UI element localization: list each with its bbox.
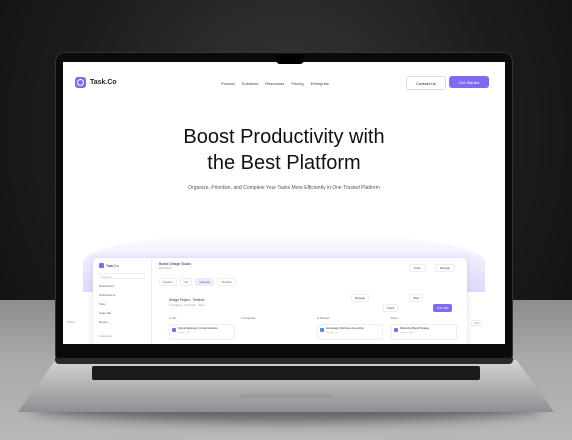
hero-title-line-1: Boost Productivity with [183,126,385,148]
share-button[interactable]: Share [383,304,399,312]
app-sidebar: Task.Co Search Dashboard Notifications T… [93,258,152,344]
tab-calendar[interactable]: Calendar [195,278,215,286]
main-nav: Product Solutions Resources Pricing Ente… [221,81,329,86]
manage-header-button[interactable]: Manage [435,264,456,272]
column-header-in-review: In Review [317,316,330,320]
edge-button-right[interactable]: Add [471,320,483,326]
column-header-done: Done [391,316,398,320]
workspace-subtitle: Workspace [159,267,172,270]
brand-logo[interactable]: Task.Co [75,77,117,88]
sidebar-search-input[interactable]: Search [99,273,145,279]
project-due: Due Soon [184,304,197,307]
app-logo-icon [99,263,104,268]
nav-item-solutions[interactable]: Solutions [242,81,258,86]
app-sidebar-brand: Task.Co [99,263,119,268]
project-meta: In Progress · Due Soon · Team [169,304,205,307]
add-task-button[interactable]: Add Task [433,304,453,312]
task-title: Figma Redesign & Implementation [178,327,218,330]
tab-kanban[interactable]: Kanban [159,278,177,286]
project-title: Design Project - Timeline [169,298,205,302]
invite-button[interactable]: Invite [409,264,426,272]
task-card[interactable]: Marketing Brand Strategy Design · Due [391,324,457,340]
nav-item-product[interactable]: Product [221,81,235,86]
tab-list[interactable]: List [179,278,193,286]
edge-label-left: Spline [67,320,76,324]
task-subtitle: Design · Due [400,332,413,334]
project-status: In Progress [169,304,183,307]
nav-item-enterprise[interactable]: Enterprise [311,81,329,86]
task-card[interactable]: Homepage Wireframe & Landing Design · Du… [317,324,383,340]
nav-item-resources[interactable]: Resources [265,81,284,86]
task-icon [320,328,324,332]
sidebar-section-favorites: Favorites [99,334,112,338]
column-header-todo: To Do [169,316,177,320]
task-subtitle: Design · Due [326,332,339,334]
filter-button[interactable]: Filter [409,294,424,302]
sidebar-item-notifications[interactable]: Notifications [99,293,115,297]
app-brand-name: Task.Co [106,263,119,268]
hero-title: Boost Productivity with the Best Platfor… [63,124,505,176]
laptop-hinge [55,358,513,364]
contact-us-button[interactable]: Contact Us [406,76,446,90]
laptop-screen: Task.Co Product Solutions Resources Pric… [63,62,505,344]
get-started-button[interactable]: Get Started [449,76,489,88]
workspace-title: Brand Design Studio [159,262,192,266]
project-team: Team [198,304,205,307]
brand-name: Task.Co [90,79,117,86]
laptop-trackpad [240,394,332,398]
sidebar-item-dashboard[interactable]: Dashboard [99,284,114,288]
task-icon [394,328,398,332]
task-title: Marketing Brand Strategy [400,327,430,330]
laptop-keyboard [92,366,480,380]
sidebar-item-report[interactable]: Report [99,320,108,324]
camera-notch [276,55,304,64]
column-header-in-progress: In Progress [241,316,256,320]
sidebar-item-task[interactable]: Task [99,302,105,306]
hero-title-line-2: the Best Platform [207,152,361,174]
task-title: Homepage Wireframe & Landing [326,327,364,330]
manage-button[interactable]: Manage [351,294,370,302]
sidebar-item-calendar[interactable]: Calendar [99,311,111,315]
task-card[interactable]: Figma Redesign & Implementation Design ·… [169,324,235,340]
task-icon [172,328,176,332]
app-preview: Task.Co Search Dashboard Notifications T… [93,258,467,344]
logo-icon [75,77,86,88]
task-subtitle: Design · Due [178,332,191,334]
tab-timeline[interactable]: Timeline [217,278,236,286]
app-main: Brand Design Studio Workspace Invite Man… [151,258,467,344]
nav-item-pricing[interactable]: Pricing [291,81,303,86]
hero-subtitle: Organize, Prioritize, and Complete Your … [188,185,380,191]
view-tabs: Kanban List Calendar Timeline [159,278,236,286]
